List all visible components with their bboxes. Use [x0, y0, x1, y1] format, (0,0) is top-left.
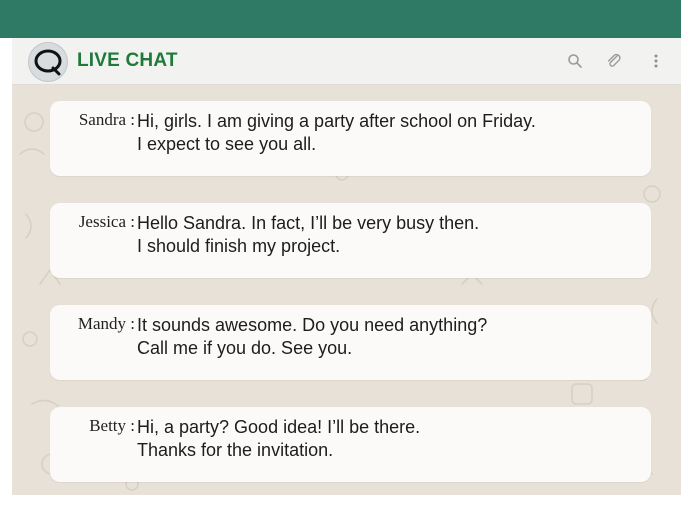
message-line: Call me if you do. See you. [137, 338, 353, 358]
message-line: Thanks for the invitation. [137, 440, 334, 460]
message-sender: Mandy : [77, 314, 135, 333]
message-bubble: Betty : Hi, a party? Good idea! I’ll be … [50, 407, 651, 482]
message-line: Hi, girls. I am giving a party after sch… [137, 111, 536, 131]
message-sender: Sandra : [78, 110, 135, 129]
chat-header: LIVE CHAT [12, 38, 681, 85]
message-line: Hello Sandra. In fact, I’ll be very busy… [137, 213, 480, 233]
message-text: Hi, a party? Good idea! I’ll be there. T… [137, 416, 647, 462]
search-icon[interactable] [566, 52, 584, 70]
message-bubble: Mandy : It sounds awesome. Do you need a… [50, 305, 651, 380]
more-vertical-icon[interactable] [647, 52, 665, 70]
top-bar [0, 0, 681, 38]
message-line: Hi, a party? Good idea! I’ll be there. [137, 417, 421, 437]
message-bubble: Sandra : Hi, girls. I am giving a party … [50, 101, 651, 176]
message-text: Hello Sandra. In fact, I’ll be very busy… [137, 212, 647, 258]
message-text: Hi, girls. I am giving a party after sch… [137, 110, 647, 156]
chat-window: LIVE CHAT Sandra : Hi, girls. I am givin… [12, 38, 681, 495]
message-line: I should finish my project. [137, 236, 341, 256]
chat-logo-icon [28, 42, 68, 82]
message-sender: Betty : [89, 416, 135, 435]
message-line: It sounds awesome. Do you need anything? [137, 315, 488, 335]
paperclip-icon[interactable] [605, 52, 623, 70]
message-line: I expect to see you all. [137, 134, 317, 154]
message-sender: Jessica : [78, 212, 135, 231]
message-bubble: Jessica : Hello Sandra. In fact, I’ll be… [50, 203, 651, 278]
chat-title: LIVE CHAT [77, 50, 178, 71]
message-text: It sounds awesome. Do you need anything?… [137, 314, 647, 360]
